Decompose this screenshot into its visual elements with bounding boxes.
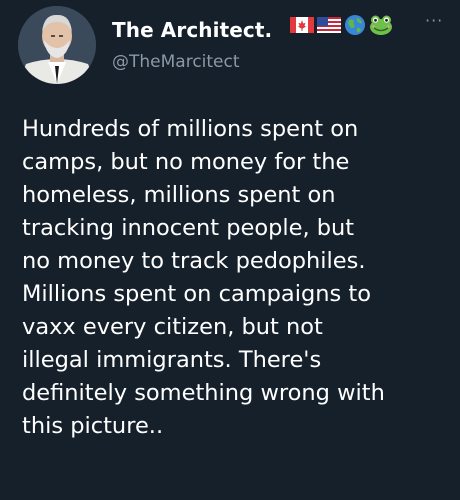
user-handle[interactable]: @TheMarcitect bbox=[112, 52, 240, 72]
display-name[interactable]: The Architect. bbox=[112, 18, 272, 42]
canada-flag-icon bbox=[290, 17, 314, 33]
frog-icon bbox=[369, 14, 393, 36]
us-flag-icon bbox=[317, 17, 341, 33]
tweet-card: The Architect. @TheMarcitect ··· Hundred… bbox=[0, 0, 460, 500]
tweet-text: Hundreds of millions spent on camps, but… bbox=[22, 116, 385, 439]
globe-icon bbox=[344, 14, 366, 36]
name-emoji-group bbox=[290, 14, 393, 36]
more-options-button[interactable]: ··· bbox=[425, 13, 443, 29]
avatar[interactable] bbox=[18, 6, 96, 84]
